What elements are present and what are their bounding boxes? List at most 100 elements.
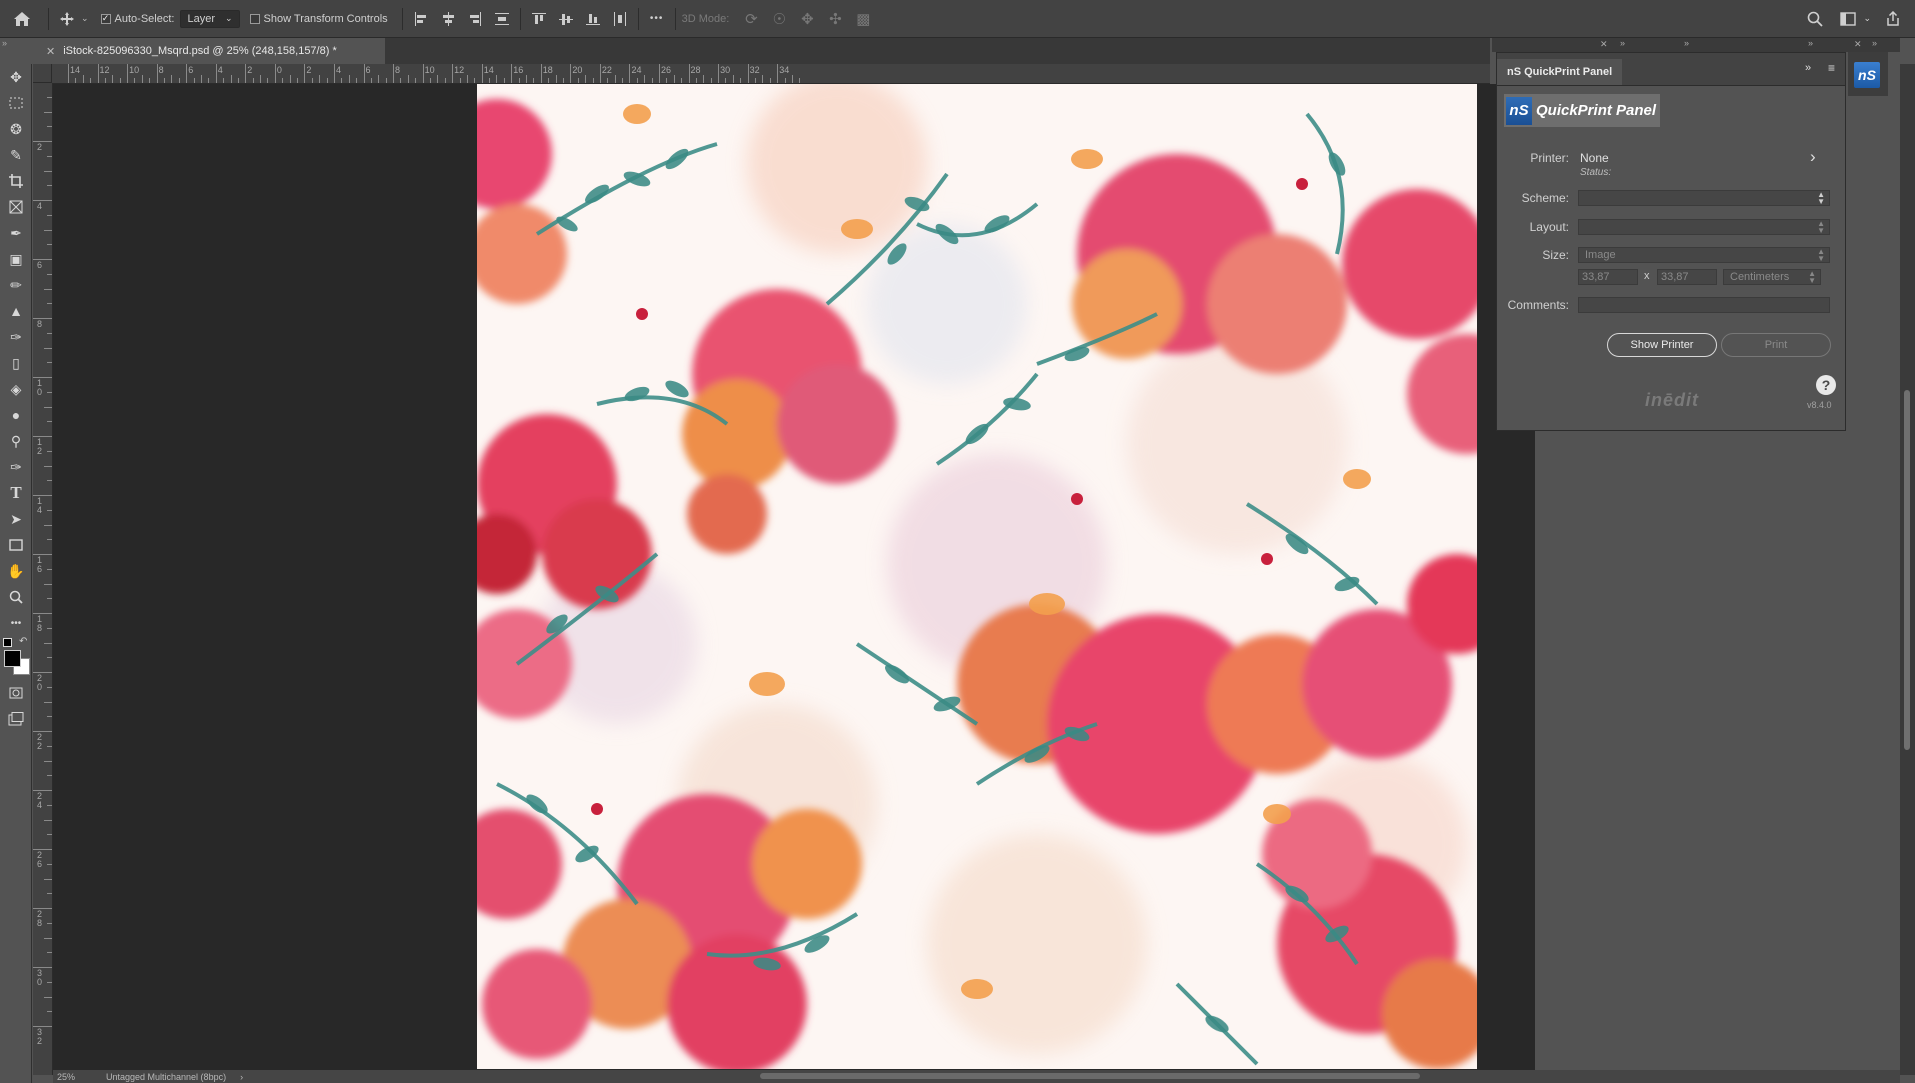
expand-panels-icon[interactable]: » <box>1620 38 1625 48</box>
document-tab[interactable]: ✕ iStock-825096330_Msqrd.psd @ 25% (248,… <box>40 38 385 64</box>
move-tool-icon[interactable] <box>55 7 79 31</box>
paint-bucket-tool-icon[interactable]: ◈ <box>0 376 32 402</box>
edit-toolbar-icon[interactable]: ••• <box>0 610 32 636</box>
roll-3d-icon[interactable]: ☉ <box>767 7 791 31</box>
ruler-label: 2 4 <box>37 791 43 810</box>
ruler-minor-tick <box>47 686 52 688</box>
ruler-minor-tick <box>614 75 616 83</box>
print-button[interactable]: Print <box>1721 333 1831 357</box>
more-options-icon[interactable]: ••• <box>645 7 669 31</box>
ruler-minor-tick <box>44 642 52 644</box>
ruler-minor-tick <box>47 598 52 600</box>
vertical-ruler[interactable]: 2 4 6 8 1 0 1 2 1 4 1 6 1 8 2 0 2 2 2 4 2 6 2 8 3 0 3 2 <box>33 83 53 1075</box>
dodge-tool-icon[interactable]: ⚲ <box>0 428 32 454</box>
auto-select-target-dropdown[interactable]: Layer ⌄ <box>180 9 240 28</box>
foreground-color-swatch[interactable] <box>4 650 21 667</box>
ns-quickprint-panel-icon[interactable]: nS <box>1854 62 1880 88</box>
search-icon[interactable] <box>1803 7 1827 31</box>
ruler-origin[interactable] <box>33 64 52 83</box>
comments-input[interactable] <box>1578 297 1830 313</box>
align-left-edges-icon[interactable] <box>409 7 433 31</box>
expand-panels-icon[interactable]: » <box>1808 38 1813 48</box>
close-icon[interactable]: ✕ <box>1600 39 1608 50</box>
slide-3d-icon[interactable]: ✣ <box>823 7 847 31</box>
healing-brush-tool-icon[interactable]: ▣ <box>0 246 32 272</box>
path-selection-tool-icon[interactable]: ➤ <box>0 506 32 532</box>
tool-preset-chevron-icon[interactable]: ⌄ <box>81 13 89 24</box>
workspace-switcher-icon[interactable] <box>1837 7 1861 31</box>
expand-panels-icon[interactable]: » <box>1872 38 1877 48</box>
close-icon[interactable]: ✕ <box>46 45 55 58</box>
quick-mask-icon[interactable] <box>0 680 32 706</box>
align-bottom-edges-icon[interactable] <box>581 7 605 31</box>
align-top-edges-icon[interactable] <box>527 7 551 31</box>
ruler-minor-tick <box>799 78 801 83</box>
swap-colors-icon[interactable]: ↶ <box>19 636 27 647</box>
zoom-tool-icon[interactable] <box>0 584 32 610</box>
align-vertical-centers-icon[interactable] <box>554 7 578 31</box>
align-right-edges-icon[interactable] <box>463 7 487 31</box>
close-icon[interactable]: ✕ <box>1854 39 1862 50</box>
home-icon[interactable] <box>10 7 34 31</box>
distribute-vertical-icon[interactable] <box>490 7 514 31</box>
hand-tool-icon[interactable]: ✋ <box>0 558 32 584</box>
quickprint-panel-tab[interactable]: nS QuickPrint Panel <box>1497 59 1623 85</box>
zoom-level[interactable]: 25% <box>57 1072 97 1082</box>
screen-mode-icon[interactable] <box>0 706 32 732</box>
horizontal-ruler[interactable]: 14 12 10 8 6 4 2 0 2 4 6 8 10 12 14 16 18 20 22 24 26 28 30 32 3… <box>52 64 1490 84</box>
move-tool-icon[interactable]: ✥ <box>0 64 32 90</box>
panel-header: nS QuickPrint Panel » ≡ <box>1497 53 1845 86</box>
distribute-horizontal-icon[interactable] <box>608 7 632 31</box>
ruler-minor-tick <box>636 78 638 83</box>
panel-menu-icon[interactable]: ≡ <box>1828 61 1835 75</box>
clone-stamp-tool-icon[interactable]: ▲ <box>0 298 32 324</box>
auto-select-checkbox[interactable]: ✓ Auto-Select: <box>100 13 174 25</box>
camera-3d-icon[interactable]: ▩ <box>851 7 875 31</box>
ruler-minor-tick <box>378 75 380 83</box>
document-image[interactable] <box>477 84 1477 1069</box>
history-brush-tool-icon[interactable]: ✑ <box>0 324 32 350</box>
brush-tool-icon[interactable]: ✏ <box>0 272 32 298</box>
rectangle-tool-icon[interactable] <box>0 532 32 558</box>
ruler-label: 2 8 <box>37 909 43 928</box>
eraser-tool-icon[interactable]: ▯ <box>0 350 32 376</box>
align-horizontal-centers-icon[interactable] <box>436 7 460 31</box>
collapse-toolbar-icon[interactable]: » <box>2 38 7 48</box>
units-select[interactable]: Centimeters ▲ ▼ <box>1723 269 1821 285</box>
show-printer-button[interactable]: Show Printer <box>1607 333 1717 357</box>
help-icon[interactable]: ? <box>1816 375 1836 395</box>
ruler-tick <box>304 64 306 83</box>
crop-tool-icon[interactable] <box>0 168 32 194</box>
layout-select[interactable]: ▲ ▼ <box>1578 219 1830 235</box>
chevron-right-icon[interactable]: › <box>1810 147 1816 167</box>
vertical-scrollbar-thumb[interactable] <box>1904 390 1910 750</box>
marquee-tool-icon[interactable] <box>0 90 32 116</box>
expand-panels-icon[interactable]: » <box>1684 38 1689 48</box>
orbit-3d-icon[interactable]: ⟳ <box>739 7 763 31</box>
blur-tool-icon[interactable]: ● <box>0 402 32 428</box>
quick-selection-tool-icon[interactable]: ✎ <box>0 142 32 168</box>
chevron-right-icon[interactable]: › <box>240 1072 243 1082</box>
width-input[interactable]: 33,87 <box>1578 269 1638 285</box>
vertical-scrollbar[interactable] <box>1900 64 1915 1075</box>
collapse-panel-icon[interactable]: » <box>1805 62 1811 74</box>
scheme-select[interactable]: ▲ ▼ <box>1578 190 1830 206</box>
frame-tool-icon[interactable] <box>0 194 32 220</box>
type-tool-icon[interactable]: T <box>0 480 32 506</box>
chevron-down-icon[interactable]: ⌄ <box>1863 13 1871 24</box>
ruler-minor-tick <box>548 78 550 83</box>
ruler-minor-tick <box>47 539 52 541</box>
ruler-minor-tick <box>260 75 262 83</box>
pen-tool-icon[interactable]: ✑ <box>0 454 32 480</box>
ruler-minor-tick <box>47 332 52 334</box>
size-select[interactable]: Image ▲ ▼ <box>1578 247 1830 263</box>
eyedropper-tool-icon[interactable]: ✒ <box>0 220 32 246</box>
default-colors-icon[interactable] <box>3 638 12 647</box>
lasso-tool-icon[interactable]: ❂ <box>0 116 32 142</box>
show-transform-controls-checkbox[interactable]: Show Transform Controls <box>249 13 388 25</box>
share-icon[interactable] <box>1881 7 1905 31</box>
drag-3d-icon[interactable]: ✥ <box>795 7 819 31</box>
ruler-label: 12 <box>454 65 465 75</box>
height-input[interactable]: 33,87 <box>1657 269 1717 285</box>
horizontal-scrollbar-thumb[interactable] <box>760 1073 1420 1079</box>
